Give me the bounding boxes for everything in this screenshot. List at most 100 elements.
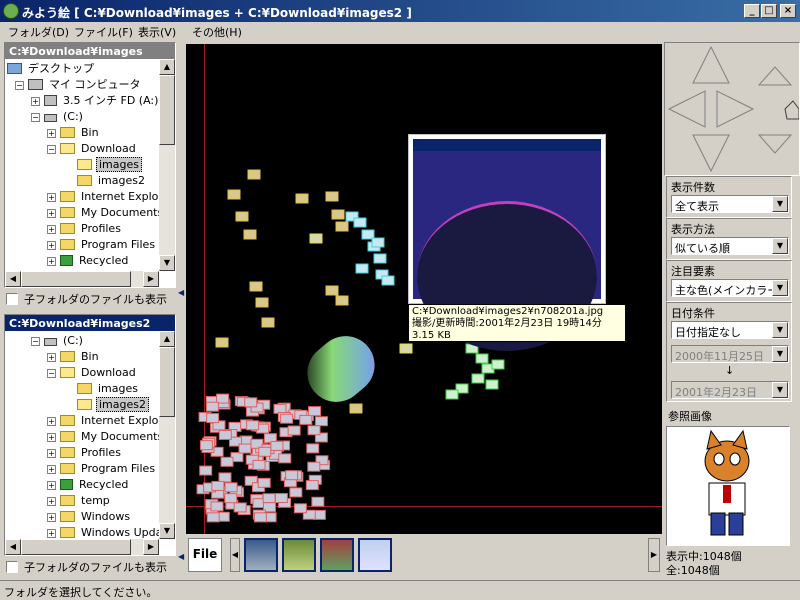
image-thumb[interactable] <box>199 465 213 476</box>
scroll-left-icon[interactable]: ◀ <box>5 539 21 555</box>
file-button[interactable]: File <box>188 538 222 572</box>
scroll-right-icon[interactable]: ▶ <box>143 271 159 287</box>
focus-select[interactable]: 主な色(メインカラー) ▼ <box>671 279 789 297</box>
reference-image[interactable] <box>666 426 790 546</box>
image-thumb[interactable] <box>475 353 489 364</box>
scroll-left-icon[interactable]: ◀ <box>5 271 21 287</box>
scroll-thumb[interactable] <box>159 75 175 145</box>
filmstrip-right-icon[interactable]: ▶ <box>648 538 660 572</box>
menu-other[interactable]: その他(H) <box>192 24 242 40</box>
tree-item-mydocs[interactable]: + My Documents <box>47 429 165 445</box>
image-thumb[interactable] <box>205 401 219 412</box>
image-thumb[interactable] <box>307 425 321 436</box>
tree-item-recycled[interactable]: + Recycled <box>47 477 130 493</box>
collapse-icon[interactable]: − <box>47 369 56 378</box>
tree-item-images2[interactable]: images2 <box>77 173 147 189</box>
tree-item-bin[interactable]: + Bin <box>47 125 101 141</box>
image-thumb[interactable] <box>325 191 339 202</box>
tree-item-temp[interactable]: + temp <box>47 493 112 509</box>
image-thumb[interactable] <box>314 416 328 427</box>
tree-item-c-drive[interactable]: − (C:) <box>31 333 85 349</box>
image-thumb[interactable] <box>210 501 224 512</box>
expand-icon[interactable]: + <box>47 433 56 442</box>
checkbox-icon[interactable] <box>6 293 18 305</box>
tree-item-images[interactable]: images <box>77 381 140 397</box>
tree-item-programfiles[interactable]: + Program Files <box>47 237 157 253</box>
tree-item-mycomputer[interactable]: − マイ コンピュータ <box>15 77 143 93</box>
scroll-right-icon[interactable]: ▶ <box>143 539 159 555</box>
image-thumb[interactable] <box>215 337 229 348</box>
image-thumb[interactable] <box>235 211 249 222</box>
image-thumb[interactable] <box>485 379 499 390</box>
tree2-vscrollbar[interactable]: ▲ ▼ <box>159 331 175 539</box>
image-thumb[interactable] <box>295 193 309 204</box>
image-thumb[interactable] <box>206 413 220 424</box>
image-thumb[interactable] <box>307 461 321 472</box>
image-thumb[interactable] <box>349 403 363 414</box>
image-thumb[interactable] <box>373 253 387 264</box>
tree-item-download[interactable]: − Download <box>47 365 138 381</box>
expand-icon[interactable]: + <box>47 465 56 474</box>
expand-icon[interactable]: + <box>31 97 40 106</box>
image-thumb[interactable] <box>289 487 303 498</box>
image-thumb[interactable] <box>257 477 271 488</box>
film-thumb[interactable] <box>358 538 392 572</box>
scroll-thumb[interactable] <box>21 539 131 555</box>
home-icon[interactable] <box>784 100 800 120</box>
tree1-subfolder-checkbox[interactable]: 子フォルダのファイルも表示 <box>6 291 167 307</box>
image-thumb[interactable] <box>206 512 220 523</box>
image-thumb[interactable] <box>220 456 234 467</box>
minimize-button[interactable]: _ <box>744 4 760 18</box>
scroll-up-icon[interactable]: ▲ <box>159 331 175 347</box>
tree2-hscrollbar[interactable]: ◀ ▶ <box>5 539 159 555</box>
image-thumb[interactable] <box>299 414 313 425</box>
image-thumb[interactable] <box>261 317 275 328</box>
chevron-down-icon[interactable]: ▼ <box>772 382 788 398</box>
expand-icon[interactable]: + <box>47 497 56 506</box>
collapse-icon[interactable]: − <box>15 81 24 90</box>
image-thumb[interactable] <box>262 493 276 504</box>
menu-view[interactable]: 表示(V) <box>138 24 176 40</box>
scroll-thumb[interactable] <box>159 347 175 417</box>
image-thumb[interactable] <box>211 480 225 491</box>
image-thumb[interactable] <box>238 443 252 454</box>
image-thumb[interactable] <box>253 512 267 523</box>
image-thumb[interactable] <box>285 470 299 481</box>
image-thumb[interactable] <box>371 237 385 248</box>
image-thumb[interactable] <box>311 496 325 507</box>
image-thumb[interactable] <box>353 217 367 228</box>
image-thumb[interactable] <box>224 482 238 493</box>
method-select[interactable]: 似ている順 ▼ <box>671 237 789 255</box>
expand-icon[interactable]: + <box>47 209 56 218</box>
close-button[interactable]: × <box>780 4 796 18</box>
image-thumb[interactable] <box>335 221 349 232</box>
image-thumb[interactable] <box>249 281 263 292</box>
tree1-vscrollbar[interactable]: ▲ ▼ <box>159 59 175 271</box>
image-thumb[interactable] <box>325 285 339 296</box>
menu-folder[interactable]: フォルダ(D) <box>8 24 69 40</box>
collapse-icon[interactable]: − <box>31 337 40 346</box>
image-thumb[interactable] <box>224 493 238 504</box>
image-thumb[interactable] <box>287 425 301 436</box>
image-thumb[interactable] <box>399 343 413 354</box>
filmstrip-left-icon[interactable]: ◀ <box>230 538 240 572</box>
image-thumb[interactable] <box>227 189 241 200</box>
image-thumb[interactable] <box>491 359 505 370</box>
image-thumb[interactable] <box>335 295 349 306</box>
tree-item-windows[interactable]: + Windows <box>47 509 132 525</box>
date-select[interactable]: 日付指定なし ▼ <box>671 321 789 339</box>
nav-up-icon[interactable] <box>692 45 730 84</box>
image-thumb[interactable] <box>274 493 288 504</box>
image-thumb[interactable] <box>243 229 257 240</box>
tree-item-ie[interactable]: + Internet Explor <box>47 413 165 429</box>
chevron-down-icon[interactable]: ▼ <box>772 196 788 212</box>
image-thumb[interactable] <box>355 263 369 274</box>
image-thumb[interactable] <box>445 389 459 400</box>
expand-icon[interactable]: + <box>47 529 56 538</box>
tree2-subfolder-checkbox[interactable]: 子フォルダのファイルも表示 <box>6 559 167 575</box>
image-thumb[interactable] <box>218 429 232 440</box>
scroll-down-icon[interactable]: ▼ <box>159 523 175 539</box>
expand-icon[interactable]: + <box>47 513 56 522</box>
expand-icon[interactable]: + <box>47 449 56 458</box>
image-thumb[interactable] <box>218 472 232 483</box>
